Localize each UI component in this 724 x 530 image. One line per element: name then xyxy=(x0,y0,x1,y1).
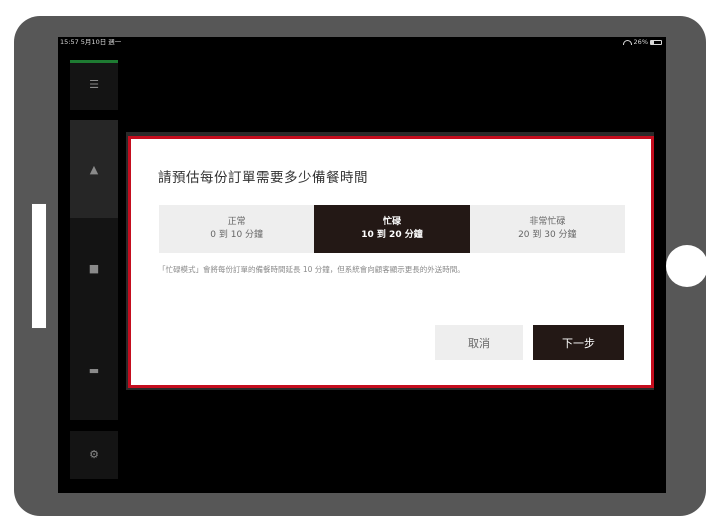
rail-settings[interactable]: ⚙ xyxy=(70,431,118,479)
settings-icon: ⚙ xyxy=(89,448,99,461)
status-time: 15:57 5月10日 週一 xyxy=(60,38,122,46)
busy-mode-note: 「忙碌模式」會將每份訂單的備餐時間延長 10 分鐘，但系統會向顧客顯示更長的外送… xyxy=(158,265,465,274)
option-subtitle: 10 到 20 分鐘 xyxy=(361,230,423,240)
battery-fill xyxy=(651,40,654,44)
prep-time-dialog: 請預估每份訂單需要多少備餐時間 正常 0 到 10 分鐘 忙碌 10 到 20 … xyxy=(128,136,654,388)
option-title: 正常 xyxy=(227,217,246,227)
bell-icon: ▲ xyxy=(89,163,99,176)
option-subtitle: 0 到 10 分鐘 xyxy=(210,230,264,240)
status-bar: 15:57 5月10日 週一 26% xyxy=(58,37,666,47)
screen: 15:57 5月10日 週一 26% ☰ ▲ ■ ▬ ⚙ 請預估每份訂單需要多少… xyxy=(58,37,666,493)
dialog-title: 請預估每份訂單需要多少備餐時間 xyxy=(158,170,368,186)
printer-icon[interactable]: ▬ xyxy=(89,365,99,377)
status-right: 26% xyxy=(622,37,662,47)
busy-level-selector: 正常 0 到 10 分鐘 忙碌 10 到 20 分鐘 非常忙碌 20 到 30 … xyxy=(159,205,625,253)
option-title: 忙碌 xyxy=(382,217,401,227)
menu-icon: ☰ xyxy=(89,78,99,91)
receipt-icon[interactable]: ■ xyxy=(89,263,99,275)
wifi-icon xyxy=(622,39,632,45)
rail-item-notifications[interactable]: ▲ xyxy=(70,120,118,218)
rail-menu[interactable]: ☰ xyxy=(70,60,118,110)
side-button xyxy=(31,203,47,329)
battery-percent: 26% xyxy=(633,38,648,46)
rail-nav: ▲ ■ ▬ xyxy=(70,120,118,420)
cancel-button[interactable]: 取消 xyxy=(435,325,523,360)
option-normal[interactable]: 正常 0 到 10 分鐘 xyxy=(159,205,315,253)
option-very-busy[interactable]: 非常忙碌 20 到 30 分鐘 xyxy=(469,205,625,253)
option-subtitle: 20 到 30 分鐘 xyxy=(518,230,577,240)
option-title: 非常忙碌 xyxy=(529,217,566,227)
next-button[interactable]: 下一步 xyxy=(533,325,624,360)
home-button[interactable] xyxy=(666,245,708,287)
option-busy[interactable]: 忙碌 10 到 20 分鐘 xyxy=(314,205,470,253)
battery-icon xyxy=(650,39,662,45)
